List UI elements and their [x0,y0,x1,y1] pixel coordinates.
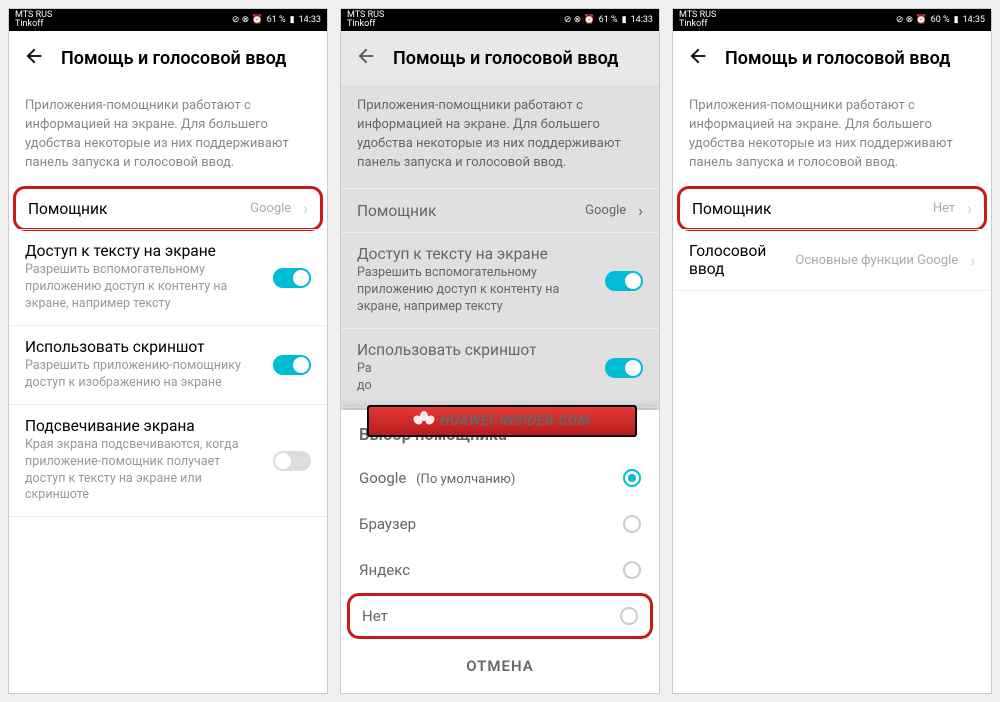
row-text-access[interactable]: Доступ к тексту на экране Разрешить вспо… [341,232,659,328]
chevron-right-icon: › [638,201,643,220]
carrier-2: Tinkoff [679,20,716,29]
assistant-label: Помощник [357,202,573,220]
page-title: Помощь и голосовой ввод [393,48,618,69]
status-bar: MTS RUS Tinkoff ⊘ ⊗ ⏰ 61 % ▮ 14:33 [9,9,327,31]
phone-screen-2: MTS RUS Tinkoff ⊘ ⊗ ⏰ 61 % ▮ 14:33 Помощ… [340,8,660,694]
watermark-text: HUAWEI-INSIDER.COM [440,413,590,429]
page-description: Приложения-помощники работают с информац… [673,85,991,188]
option-none-label: Нет [362,607,388,625]
battery-percent: 61 % [267,15,286,25]
status-time: 14:35 [963,15,985,25]
option-browser-label: Браузер [359,515,416,533]
row-assistant[interactable]: Помощник Google › [341,188,659,232]
row-text-access[interactable]: Доступ к тексту на экране Разрешить вспо… [9,229,327,325]
radio-icon[interactable] [623,561,641,579]
battery-icon: ▮ [290,15,295,25]
voice-input-label: Голосовой ввод [689,242,783,278]
back-icon[interactable] [687,45,709,71]
status-icons: ⊘ ⊗ ⏰ [564,15,595,25]
radio-icon[interactable] [623,515,641,533]
status-bar: MTS RUS Tinkoff ⊘ ⊗ ⏰ 61 % ▮ 14:33 [341,9,659,31]
screenshot-toggle[interactable] [605,358,643,378]
voice-input-value: Основные функции Google [795,253,958,268]
page-title: Помощь и голосовой ввод [61,48,286,69]
carrier-2: Tinkoff [347,20,384,29]
option-google-label: Google [359,469,406,487]
assistant-value: Google [585,203,626,218]
assistant-label: Помощник [692,200,921,218]
screenshot-toggle[interactable] [273,355,311,375]
back-icon[interactable] [23,45,45,71]
battery-percent: 60 % [931,15,950,25]
app-header: Помощь и голосовой ввод [673,31,991,85]
text-access-label: Доступ к тексту на экране [357,245,593,263]
option-yandex-label: Яндекс [359,561,410,579]
text-access-sub: Разрешить вспомогательному приложению до… [357,265,593,316]
back-icon[interactable] [355,45,377,71]
status-bar: MTS RUS Tinkoff ⊘ ⊗ ⏰ 60 % ▮ 14:35 [673,9,991,31]
assistant-value: Нет [933,201,955,216]
chevron-right-icon: › [967,199,972,218]
carrier-2: Tinkoff [15,20,52,29]
text-access-toggle[interactable] [273,268,311,288]
assistant-value: Google [250,201,291,216]
phone-screen-1: MTS RUS Tinkoff ⊘ ⊗ ⏰ 61 % ▮ 14:33 Помощ… [8,8,328,694]
option-google-default: (По умолчанию) [416,472,515,487]
row-assistant[interactable]: Помощник Google › [13,186,323,231]
watermark-badge: HUAWEI-INSIDER.COM [367,405,637,437]
text-access-toggle[interactable] [605,271,643,291]
highlight-label: Подсвечивание экрана [25,417,261,435]
screenshot-label: Использовать скриншот [357,341,593,359]
row-highlight-screen[interactable]: Подсвечивание экрана Края экрана подсвеч… [9,404,327,518]
chevron-right-icon: › [303,199,308,218]
cancel-button[interactable]: ОТМЕНА [341,639,659,693]
highlight-sub: Края экрана подсвечиваются, когда прилож… [25,437,261,505]
page-description: Приложения-помощники работают с информац… [341,85,659,188]
app-header: Помощь и голосовой ввод [9,31,327,85]
status-time: 14:33 [631,15,653,25]
battery-icon: ▮ [954,15,959,25]
assistant-picker-sheet: Выбор помощника Google (По умолчанию) Бр… [341,410,659,693]
status-icons: ⊘ ⊗ ⏰ [232,15,263,25]
sheet-option-browser[interactable]: Браузер [341,501,659,547]
phone-screen-3: MTS RUS Tinkoff ⊘ ⊗ ⏰ 60 % ▮ 14:35 Помощ… [672,8,992,694]
page-title: Помощь и голосовой ввод [725,48,950,69]
battery-icon: ▮ [622,15,627,25]
row-screenshot[interactable]: Использовать скриншот Радо [341,328,659,407]
sheet-option-yandex[interactable]: Яндекс [341,547,659,593]
screenshot-sub: Разрешить приложению-помощнику доступ к … [25,358,261,392]
text-access-sub: Разрешить вспомогательному приложению до… [25,262,261,313]
app-header: Помощь и голосовой ввод [341,31,659,85]
sheet-option-google[interactable]: Google (По умолчанию) [341,455,659,501]
page-description: Приложения-помощники работают с информац… [9,85,327,188]
screenshot-sub: Радо [357,361,593,395]
battery-percent: 61 % [599,15,618,25]
radio-icon[interactable] [620,607,638,625]
row-voice-input[interactable]: Голосовой ввод Основные функции Google › [673,229,991,291]
status-icons: ⊘ ⊗ ⏰ [896,15,927,25]
highlight-toggle[interactable] [273,451,311,471]
assistant-label: Помощник [28,200,238,218]
status-time: 14:33 [299,15,321,25]
radio-selected-icon[interactable] [623,469,641,487]
screenshot-label: Использовать скриншот [25,338,261,356]
sheet-option-none[interactable]: Нет [347,593,653,639]
row-screenshot[interactable]: Использовать скриншот Разрешить приложен… [9,325,327,404]
chevron-right-icon: › [970,251,975,270]
row-assistant[interactable]: Помощник Нет › [677,186,987,231]
huawei-logo-icon [414,411,434,431]
text-access-label: Доступ к тексту на экране [25,242,261,260]
